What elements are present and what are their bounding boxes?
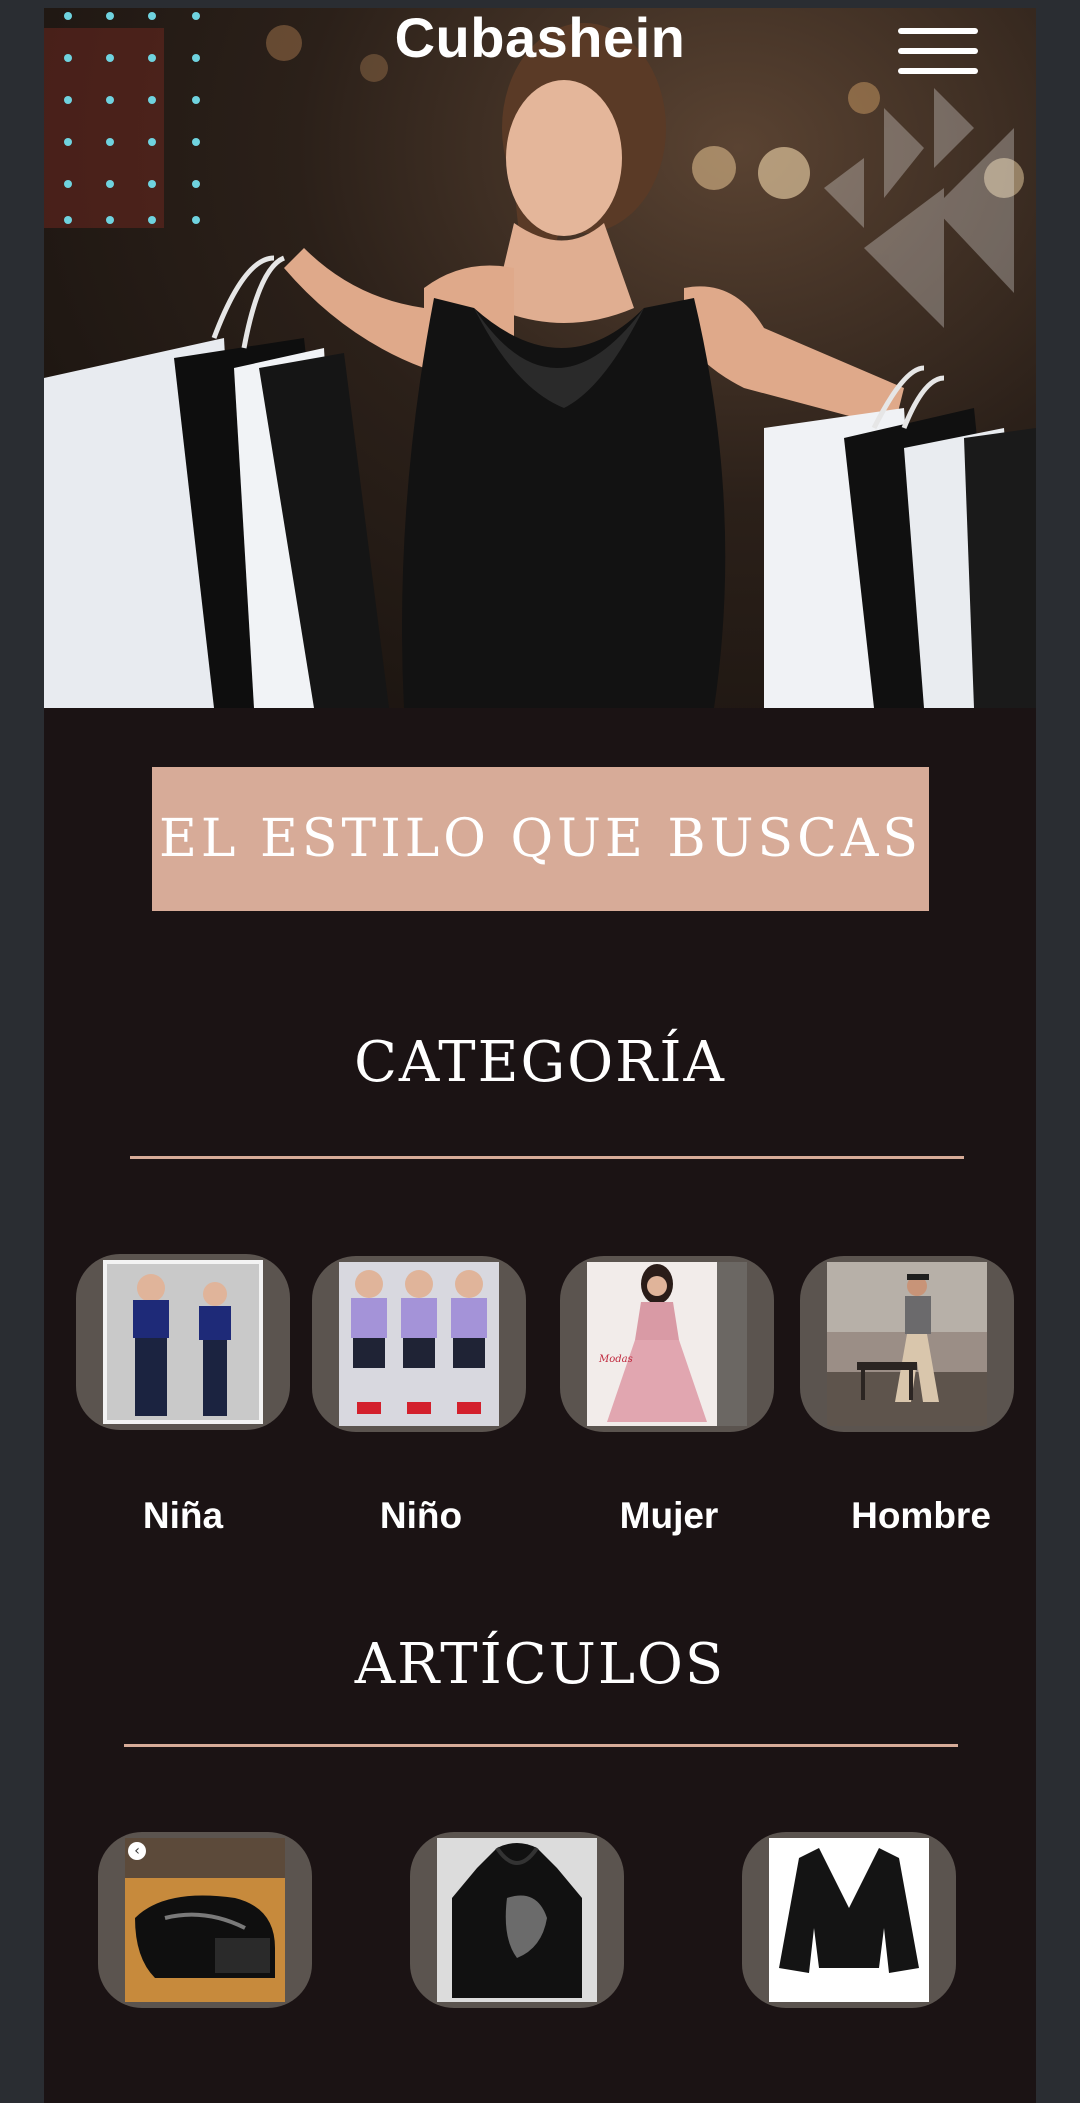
svg-text:Modas: Modas <box>598 1354 633 1365</box>
categories-title: CATEGORÍA <box>354 1030 726 1095</box>
category-image-mujer: Modas <box>587 1262 747 1426</box>
category-label-mujer[interactable]: Mujer <box>549 1495 789 1537</box>
hero-image <box>44 12 1036 708</box>
page: Cubashein EL ESTILO QUE BUSCAS CATEGORÍA <box>44 8 1036 2103</box>
article-image-hoodie <box>437 1838 597 2002</box>
article-thumb-hoodie[interactable] <box>410 1832 624 2008</box>
hamburger-icon <box>898 48 978 54</box>
brand-title[interactable]: Cubashein <box>44 8 1036 68</box>
category-image-nina <box>103 1260 263 1424</box>
article-thumb-shoes[interactable]: ‹ <box>98 1832 312 2008</box>
category-label-nina[interactable]: Niña <box>63 1495 303 1537</box>
menu-button[interactable] <box>898 22 978 82</box>
categories-divider <box>130 1156 964 1159</box>
category-image-hombre <box>827 1262 987 1426</box>
style-banner[interactable]: EL ESTILO QUE BUSCAS <box>152 767 929 911</box>
category-label-nino[interactable]: Niño <box>301 1495 541 1537</box>
hero-banner: Cubashein <box>44 8 1036 708</box>
article-image-shoes <box>125 1838 285 2002</box>
articles-title: ARTÍCULOS <box>354 1632 726 1697</box>
chevron-left-icon[interactable]: ‹ <box>128 1842 146 1860</box>
hamburger-icon <box>898 28 978 34</box>
category-thumb-nino[interactable] <box>312 1256 526 1432</box>
category-label-hombre[interactable]: Hombre <box>801 1495 1036 1537</box>
hamburger-icon <box>898 68 978 74</box>
article-image-blouse <box>769 1838 929 2002</box>
category-thumb-nina[interactable] <box>76 1254 290 1430</box>
category-thumb-mujer[interactable]: Modas <box>560 1256 774 1432</box>
category-image-nino <box>339 1262 499 1426</box>
category-thumb-hombre[interactable] <box>800 1256 1014 1432</box>
articles-divider <box>124 1744 958 1747</box>
article-thumb-blouse[interactable] <box>742 1832 956 2008</box>
